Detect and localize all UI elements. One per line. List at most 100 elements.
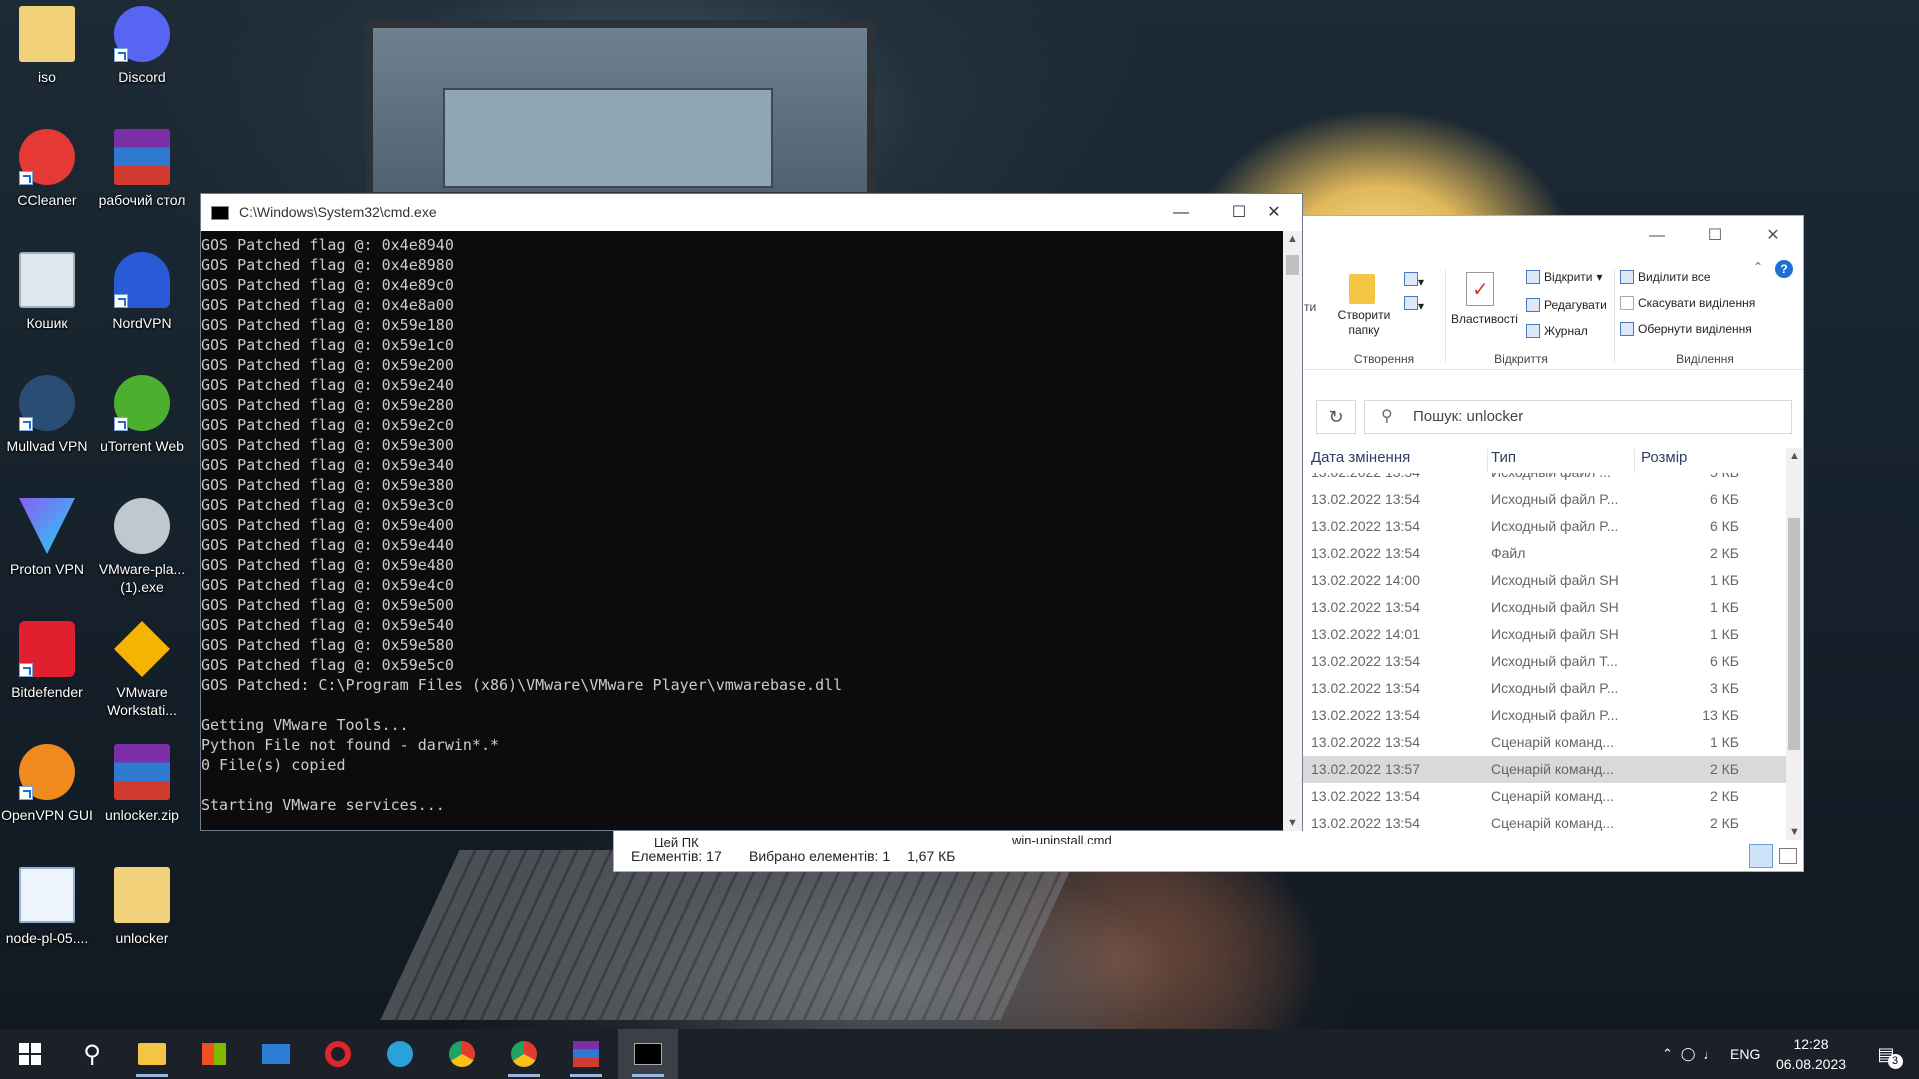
chrome-profile-icon [511,1041,537,1067]
search-box[interactable]: ⚲ Пошук: unlocker [1364,400,1792,434]
create-folder-button[interactable]: Створити папку [1334,308,1394,338]
desktop-icon-iso[interactable]: iso [1,2,93,120]
chrome-profile-button[interactable] [494,1029,554,1079]
file-explorer-button[interactable] [122,1029,182,1079]
cmd-line: GOS Patched flag @: 0x59e400 [201,516,454,534]
desktop-icon-node-pl-05-[interactable]: node-pl-05.... [1,863,93,981]
column-date[interactable]: Дата змінення [1311,449,1410,466]
desktop-icon-label: VMware-pla... (1).exe [98,561,186,595]
row-type: Исходный файл P... [1491,707,1619,723]
edit-button[interactable]: Редагувати [1526,298,1607,312]
notifications-button[interactable]: ▤ 3 [1866,1029,1906,1079]
language-indicator[interactable]: ENG [1730,1029,1760,1079]
file-list-scrollbar[interactable]: ▲ ▼ [1786,448,1802,840]
chrome-button[interactable] [432,1029,492,1079]
cmd-minimize-button[interactable]: — [1152,194,1210,231]
file-explorer-icon [138,1043,166,1065]
ribbon-group-select: Виділити все Скасувати виділення Обернут… [1620,264,1790,370]
properties-icon: ✓ [1466,272,1494,306]
tray-overflow-icon[interactable]: ⌃ [1662,1046,1673,1062]
action-center-icon: ▤ 3 [1877,1044,1903,1069]
shortcut-arrow-icon [19,786,33,800]
system-tray[interactable]: ⌃ ◯ ♩ [1662,1029,1722,1079]
cmd-line: GOS Patched flag @: 0x59e540 [201,616,454,634]
desktop-icon-ccleaner[interactable]: CCleaner [1,125,93,243]
column-type[interactable]: Тип [1491,449,1516,466]
row-type: Исходный файл SH [1491,626,1619,642]
cmd-line: GOS Patched flag @: 0x59e440 [201,536,454,554]
cmd-output[interactable]: GOS Patched flag @: 0x4e8940 GOS Patched … [201,231,1283,831]
row-size: 1 КБ [1709,572,1739,588]
row-date: 13.02.2022 13:54 [1311,491,1420,507]
history-button[interactable]: Журнал [1526,324,1588,338]
cmd-line: GOS Patched flag @: 0x59e580 [201,636,454,654]
mail-button[interactable] [246,1029,306,1079]
select-none-button[interactable]: Скасувати виділення [1620,296,1755,310]
status-selected: Вибрано елементів: 1 [749,848,891,864]
desktop-icon-proton-vpn[interactable]: Proton VPN [1,494,93,612]
winrar-button[interactable] [556,1029,616,1079]
telegram-button[interactable] [370,1029,430,1079]
volume-icon[interactable]: ♩ [1703,1047,1716,1062]
protonvpn-icon [19,498,75,554]
invert-selection-button[interactable]: Обернути виділення [1620,322,1752,336]
row-date: 13.02.2022 13:54 [1311,734,1420,750]
refresh-icon[interactable]: ↻ [1316,400,1356,434]
clock[interactable]: 12:28 06.08.2023 [1776,1029,1846,1079]
open-button[interactable]: Відкрити ▾ [1526,270,1603,284]
shortcut-arrow-icon [19,417,33,431]
utorrent-icon [114,375,170,431]
desktop-icon-рабочий-стол[interactable]: рабочий стол [96,125,188,243]
shortcut-arrow-icon [114,48,128,62]
clock-date: 06.08.2023 [1775,1056,1847,1072]
cmd-titlebar[interactable]: C:\Windows\System32\cmd.exe — ☐ ✕ [201,194,1302,231]
group-select-label: Виділення [1676,352,1734,366]
desktop-icon-bitdefender[interactable]: Bitdefender [1,617,93,735]
desktop-icon-unlocker[interactable]: unlocker [96,863,188,981]
easy-access-icon[interactable]: ▾ [1404,296,1424,313]
row-type: Сценарій команд... [1491,734,1614,750]
cmd-window[interactable]: C:\Windows\System32\cmd.exe — ☐ ✕ GOS Pa… [200,193,1303,831]
desktop-icon-nordvpn[interactable]: NordVPN [96,248,188,366]
row-type: Исходный файл P... [1491,518,1619,534]
wallpaper-monitor [365,20,875,200]
desktop-icon-openvpn-gui[interactable]: OpenVPN GUI [1,740,93,858]
nordvpn-icon [114,252,170,308]
desktop-icon-label: CCleaner [17,192,77,208]
desktop-icon-vmware-workstati-[interactable]: VMware Workstati... [96,617,188,735]
close-button[interactable]: ✕ [1744,216,1802,256]
desktop-icon-unlocker-zip[interactable]: unlocker.zip [96,740,188,858]
desktop-icon-mullvad-vpn[interactable]: Mullvad VPN [1,371,93,489]
row-size: 2 КБ [1709,788,1739,804]
select-all-button[interactable]: Виділити все [1620,270,1711,284]
maximize-button[interactable]: ☐ [1686,216,1744,256]
installer-icon [114,498,170,554]
details-view-icon[interactable] [1749,844,1773,868]
properties-button[interactable]: Властивості [1451,312,1518,326]
row-size: 6 КБ [1709,653,1739,669]
opera-button[interactable] [308,1029,368,1079]
large-icons-view-icon[interactable] [1779,848,1797,864]
desktop-icon-кошик[interactable]: Кошик [1,248,93,366]
cmd-line: GOS Patched: C:\Program Files (x86)\VMwa… [201,676,843,694]
cmd-line: GOS Patched flag @: 0x59e2c0 [201,416,454,434]
start-button[interactable] [0,1029,60,1079]
row-date: 13.02.2022 13:54 [1311,473,1420,486]
folder-icon [114,867,170,923]
cmd-scrollbar[interactable]: ▲ ▼ [1283,231,1302,831]
search-button[interactable]: ⚲ [62,1029,122,1079]
column-size[interactable]: Розмір [1641,449,1687,466]
cmd-button[interactable] [618,1029,678,1079]
scrollbar-thumb[interactable] [1788,518,1800,750]
new-item-icon[interactable]: ▾ [1404,272,1424,289]
network-icon[interactable]: ◯ [1681,1046,1696,1062]
desktop-icon-utorrent-web[interactable]: uTorrent Web [96,371,188,489]
desktop-icon-discord[interactable]: Discord [96,2,188,120]
minimize-button[interactable]: — [1628,216,1686,256]
cmd-scrollbar-thumb[interactable] [1286,255,1299,275]
row-date: 13.02.2022 13:54 [1311,788,1420,804]
store-button[interactable] [184,1029,244,1079]
cmd-close-button[interactable]: ✕ [1245,194,1303,231]
desktop-icon-vmware-pla-1-exe[interactable]: VMware-pla... (1).exe [96,494,188,612]
folder-icon [19,6,75,62]
